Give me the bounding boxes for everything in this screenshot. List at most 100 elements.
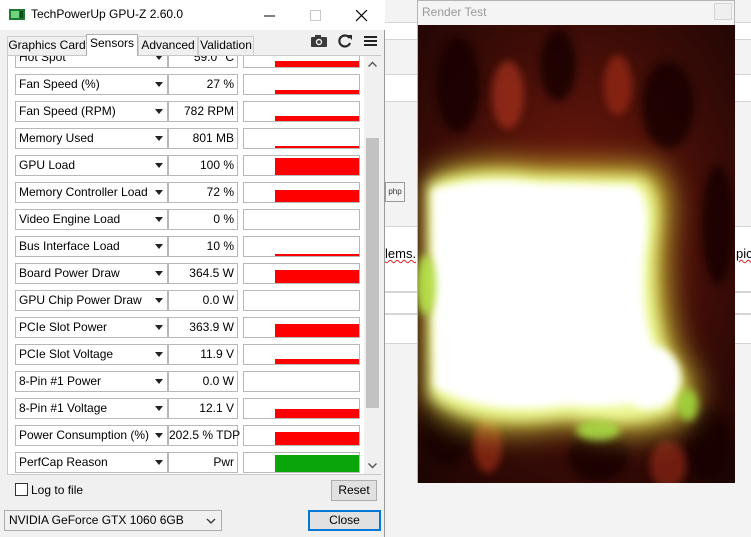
sensor-name-dropdown[interactable]: GPU Chip Power Draw [15,290,168,311]
render-test-title: Render Test [422,5,487,19]
sensor-value: 11.9 V [168,344,238,365]
sensor-row: Fan Speed (RPM) 782 RPM [8,101,360,123]
sensor-graph-bar [275,190,359,202]
sensor-name: Power Consumption (%) [19,428,150,442]
log-to-file-label[interactable]: Log to file [31,483,83,497]
sensor-name-dropdown[interactable]: Hot Spot [15,55,168,68]
sensor-graph [243,290,360,311]
gpuz-title-bar[interactable]: TechPowerUp GPU-Z 2.60.0 [0,0,385,30]
sensor-list-scrollbar[interactable] [364,56,381,474]
sensor-name: GPU Load [19,158,76,172]
sensor-row: Power Consumption (%) 202.5 % TDP [8,425,360,447]
tab-graphics-card[interactable]: Graphics Card [7,36,87,55]
gpu-select-dropdown[interactable]: NVIDIA GeForce GTX 1060 6GB [4,510,222,531]
render-test-canvas [418,25,735,483]
fur-render-graphic [418,25,735,483]
sensor-name-dropdown[interactable]: Memory Used [15,128,168,149]
scroll-down-arrow-icon[interactable] [364,457,381,474]
sensor-name-dropdown[interactable]: PerfCap Reason [15,452,168,473]
dropdown-arrow-icon [155,325,163,330]
sensor-name: PCIe Slot Voltage [19,347,114,361]
sensor-name-dropdown[interactable]: GPU Load [15,155,168,176]
sensor-graph [243,344,360,365]
sensor-name-dropdown[interactable]: PCIe Slot Voltage [15,344,168,365]
refresh-icon[interactable] [336,33,354,49]
sensor-graph-bar [275,270,359,283]
sensor-name-dropdown[interactable]: PCIe Slot Power [15,317,168,338]
sensor-graph-bar [275,146,359,148]
sensor-graph-bar [275,455,359,472]
sensor-name: GPU Chip Power Draw [19,293,142,307]
sensor-name-dropdown[interactable]: Power Consumption (%) [15,425,168,446]
log-to-file-checkbox[interactable] [15,483,28,496]
hamburger-menu-icon[interactable] [362,33,380,49]
render-test-close-button[interactable] [714,3,732,20]
sensor-name-dropdown[interactable]: Fan Speed (RPM) [15,101,168,122]
dropdown-arrow-icon [155,271,163,276]
background-text-fragment-left: lems. [385,246,417,261]
close-window-button[interactable] [339,2,385,28]
sensor-graph [243,182,360,203]
tab-advanced[interactable]: Advanced [138,36,198,55]
sensor-value: 801 MB [168,128,238,149]
sensor-name: Hot Spot [19,55,66,64]
sensor-row: Memory Used 801 MB [8,128,360,150]
sensor-graph [243,74,360,95]
sensor-row: Video Engine Load 0 % [8,209,360,231]
dropdown-arrow-icon [155,352,163,357]
background-php-button: php [385,182,405,202]
sensor-graph-bar [275,432,359,445]
tab-validation[interactable]: Validation [198,36,254,55]
sensor-name-dropdown[interactable]: 8-Pin #1 Power [15,371,168,392]
close-button[interactable]: Close [308,510,381,531]
sensor-name: 8-Pin #1 Voltage [19,401,108,415]
sensor-name: Board Power Draw [19,266,120,280]
sensor-name-dropdown[interactable]: 8-Pin #1 Voltage [15,398,168,419]
dropdown-arrow-icon [155,406,163,411]
sensor-graph [243,209,360,230]
sensor-value: 59.0 °C [168,56,238,68]
minimize-button[interactable] [247,2,293,28]
dropdown-arrow-icon [155,298,163,303]
sensor-value: 364.5 W [168,263,238,284]
sensor-name-dropdown[interactable]: Bus Interface Load [15,236,168,257]
sensor-row: Hot Spot 59.0 °C [8,55,360,69]
dropdown-arrow-icon [155,109,163,114]
sensor-graph [243,101,360,122]
dropdown-arrow-icon [155,217,163,222]
sensor-value: 782 RPM [168,101,238,122]
sensor-graph [243,398,360,419]
sensor-name: Video Engine Load [19,212,121,226]
sensor-row: GPU Chip Power Draw 0.0 W [8,290,360,312]
sensor-graph [243,263,360,284]
sensor-name-dropdown[interactable]: Fan Speed (%) [15,74,168,95]
sensor-value: 202.5 % TDP [168,425,240,446]
sensor-graph-bar [275,324,359,337]
sensor-row: PCIe Slot Power 363.9 W [8,317,360,339]
sensor-row: Bus Interface Load 10 % [8,236,360,258]
sensor-value: 10 % [168,236,238,257]
sensor-graph-bar [275,254,359,256]
dropdown-arrow-icon [155,56,163,60]
sensor-name-dropdown[interactable]: Board Power Draw [15,263,168,284]
sensor-row: 8-Pin #1 Power 0.0 W [8,371,360,393]
camera-icon[interactable] [310,33,328,49]
reset-button[interactable]: Reset [331,480,377,501]
chevron-down-icon [206,518,216,524]
sensor-row: PerfCap Reason Pwr [8,452,360,474]
dropdown-arrow-icon [155,460,163,465]
sensor-name: PCIe Slot Power [19,320,108,334]
sensor-name: Fan Speed (%) [19,77,100,91]
scroll-up-arrow-icon[interactable] [364,56,381,73]
sensor-graph [243,56,360,68]
dropdown-arrow-icon [155,433,163,438]
sensor-graph [243,128,360,149]
scrollbar-thumb[interactable] [366,138,379,408]
tab-sensors[interactable]: Sensors [86,34,138,56]
sensor-name-dropdown[interactable]: Memory Controller Load [15,182,168,203]
maximize-button[interactable] [293,2,339,28]
sensor-name-dropdown[interactable]: Video Engine Load [15,209,168,230]
sensor-graph-bar [275,90,359,94]
dropdown-arrow-icon [155,244,163,249]
sensor-name: Fan Speed (RPM) [19,104,116,118]
